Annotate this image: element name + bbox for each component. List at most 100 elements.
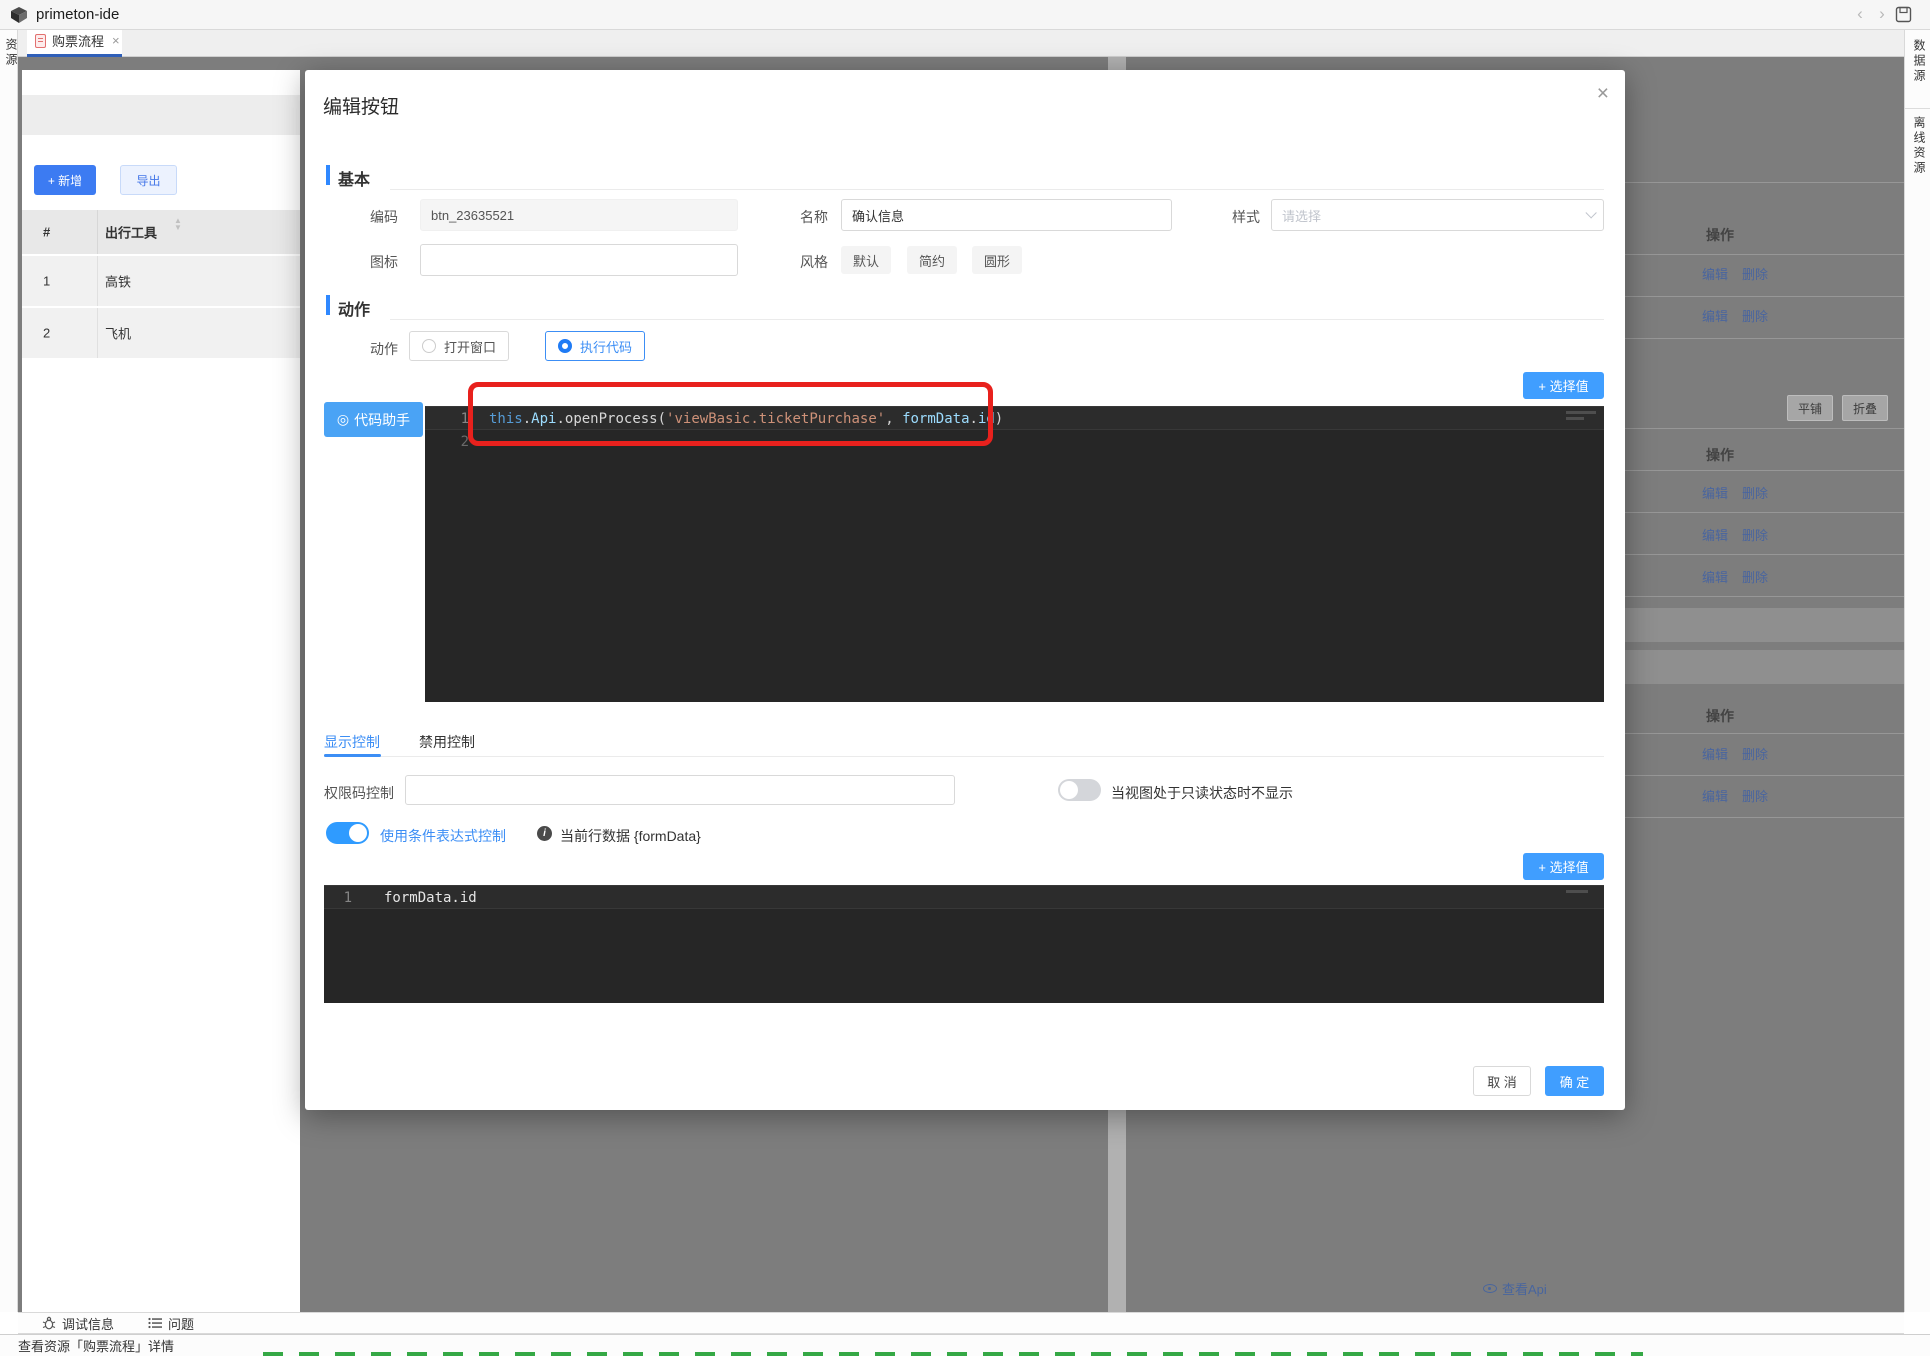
radio-open-window[interactable]: 打开窗口	[409, 331, 509, 361]
table-row-actions: 编辑 删除	[1702, 483, 1768, 502]
name-field[interactable]: 确认信息	[841, 199, 1172, 231]
select-value-button[interactable]: + 选择值	[1523, 372, 1604, 399]
code-assistant-button[interactable]: ◎ 代码助手	[324, 402, 423, 437]
delete-link[interactable]: 删除	[1742, 483, 1768, 502]
row-index: 1	[43, 274, 50, 289]
table-row-actions: 编辑 删除	[1702, 525, 1768, 544]
radio-selected-icon	[558, 339, 572, 353]
nav-forward-icon[interactable]: ›	[1874, 4, 1890, 24]
table-row-actions: 编辑 删除	[1702, 786, 1768, 805]
table-row[interactable]: 1 高铁	[22, 256, 300, 306]
icon-field-label: 图标	[338, 252, 398, 272]
action-column-header: 操作	[1706, 225, 1734, 245]
fengge-round-button[interactable]: 圆形	[972, 246, 1022, 274]
edit-link[interactable]: 编辑	[1702, 483, 1728, 502]
flat-layout-button[interactable]: 平铺	[1787, 395, 1833, 421]
delete-link[interactable]: 删除	[1742, 567, 1768, 586]
sidebar-item-datasource[interactable]: 数据源	[1911, 39, 1928, 84]
divider	[390, 189, 1604, 190]
debug-info-item[interactable]: 调试信息	[42, 1314, 114, 1333]
radio-execute-code[interactable]: 执行代码	[545, 331, 645, 361]
section-accent-bar	[326, 295, 330, 315]
dialog-title: 编辑按钮	[323, 92, 399, 119]
name-field-label: 名称	[768, 207, 828, 227]
condition-toggle-label[interactable]: 使用条件表达式控制	[380, 826, 506, 846]
cancel-button[interactable]: 取 消	[1473, 1066, 1531, 1096]
tab-label: 购票流程	[52, 31, 104, 50]
table-header-row: # 出行工具 ▲▼	[22, 210, 300, 254]
tab-show-control[interactable]: 显示控制	[324, 732, 380, 752]
row-index: 2	[43, 326, 50, 341]
toggle-knob	[349, 824, 367, 842]
code-field[interactable]: btn_23635521	[420, 199, 738, 231]
tab-close-icon[interactable]: ×	[112, 33, 120, 48]
editor-minimap	[1566, 411, 1596, 423]
panel-header-band	[22, 95, 300, 135]
table-row[interactable]: 2 飞机	[22, 308, 300, 358]
view-api-link[interactable]: 查看Api	[1483, 1279, 1547, 1298]
col-header-vehicle[interactable]: 出行工具	[105, 223, 157, 242]
section-action-label: 动作	[338, 296, 370, 320]
dialog-close-icon[interactable]: ×	[1597, 84, 1609, 104]
sidebar-item-offline-resources[interactable]: 离线资源	[1911, 116, 1928, 176]
permission-code-input[interactable]	[405, 775, 955, 805]
row-vehicle: 飞机	[105, 324, 131, 343]
code-assistant-icon: ◎	[337, 411, 349, 428]
permission-field-label: 权限码控制	[324, 783, 400, 803]
editor-minimap	[1566, 890, 1596, 896]
nav-back-icon[interactable]: ‹	[1852, 4, 1868, 24]
edit-link[interactable]: 编辑	[1702, 744, 1728, 763]
style-select[interactable]: 请选择	[1271, 199, 1604, 231]
radio-icon	[422, 339, 436, 353]
readonly-hide-toggle[interactable]	[1058, 779, 1101, 801]
table-row-actions: 编辑 删除	[1702, 264, 1768, 283]
fengge-default-button[interactable]: 默认	[841, 246, 891, 274]
icon-field[interactable]	[420, 244, 738, 276]
fold-layout-button[interactable]: 折叠	[1842, 395, 1888, 421]
edit-link[interactable]: 编辑	[1702, 567, 1728, 586]
edit-link[interactable]: 编辑	[1702, 525, 1728, 544]
list-icon	[148, 1317, 162, 1329]
line-number: 2	[425, 430, 469, 454]
current-row-data-hint: 当前行数据 {formData}	[560, 826, 701, 846]
delete-link[interactable]: 删除	[1742, 306, 1768, 325]
ok-button[interactable]: 确 定	[1545, 1066, 1604, 1096]
app-title: primeton-ide	[36, 6, 119, 23]
tab-disable-control[interactable]: 禁用控制	[419, 732, 475, 752]
fengge-simple-button[interactable]: 简约	[907, 246, 957, 274]
code-text: formData.id	[352, 886, 477, 908]
annotation-highlight-box	[468, 382, 993, 446]
delete-link[interactable]: 删除	[1742, 744, 1768, 763]
chevron-down-icon	[1585, 207, 1596, 218]
divider	[390, 319, 1604, 320]
edit-link[interactable]: 编辑	[1702, 306, 1728, 325]
document-icon	[35, 34, 46, 48]
col-header-index: #	[43, 225, 50, 240]
add-button[interactable]: + 新增	[34, 165, 96, 195]
condition-expression-toggle[interactable]	[326, 822, 369, 844]
active-tab-underline	[324, 754, 381, 757]
row-vehicle: 高铁	[105, 272, 131, 291]
code-editor[interactable]: 1 this.Api.openProcess('viewBasic.ticket…	[425, 406, 1604, 702]
delete-link[interactable]: 删除	[1742, 264, 1768, 283]
left-sidebar-strip: 资源	[0, 30, 18, 1312]
editor-tabstrip: 购票流程 ×	[18, 30, 1904, 57]
delete-link[interactable]: 删除	[1742, 786, 1768, 805]
window-titlebar: primeton-ide ‹ ›	[0, 0, 1930, 30]
bug-icon	[42, 1316, 56, 1330]
app-logo-icon	[9, 5, 29, 25]
export-button[interactable]: 导出	[120, 165, 177, 195]
info-icon: i	[537, 826, 552, 841]
fengge-field-label: 风格	[768, 252, 828, 272]
condition-code-editor[interactable]: 1 formData.id	[324, 885, 1604, 1003]
delete-link[interactable]: 删除	[1742, 525, 1768, 544]
sort-icon[interactable]: ▲▼	[174, 217, 182, 231]
section-basic-label: 基本	[338, 166, 370, 190]
edit-link[interactable]: 编辑	[1702, 264, 1728, 283]
edit-link[interactable]: 编辑	[1702, 786, 1728, 805]
table-row-actions: 编辑 删除	[1702, 306, 1768, 325]
tab-ticket-process[interactable]: 购票流程 ×	[27, 30, 122, 57]
select-value-button[interactable]: + 选择值	[1523, 853, 1604, 880]
problems-item[interactable]: 问题	[148, 1314, 194, 1333]
save-icon[interactable]	[1895, 6, 1912, 23]
